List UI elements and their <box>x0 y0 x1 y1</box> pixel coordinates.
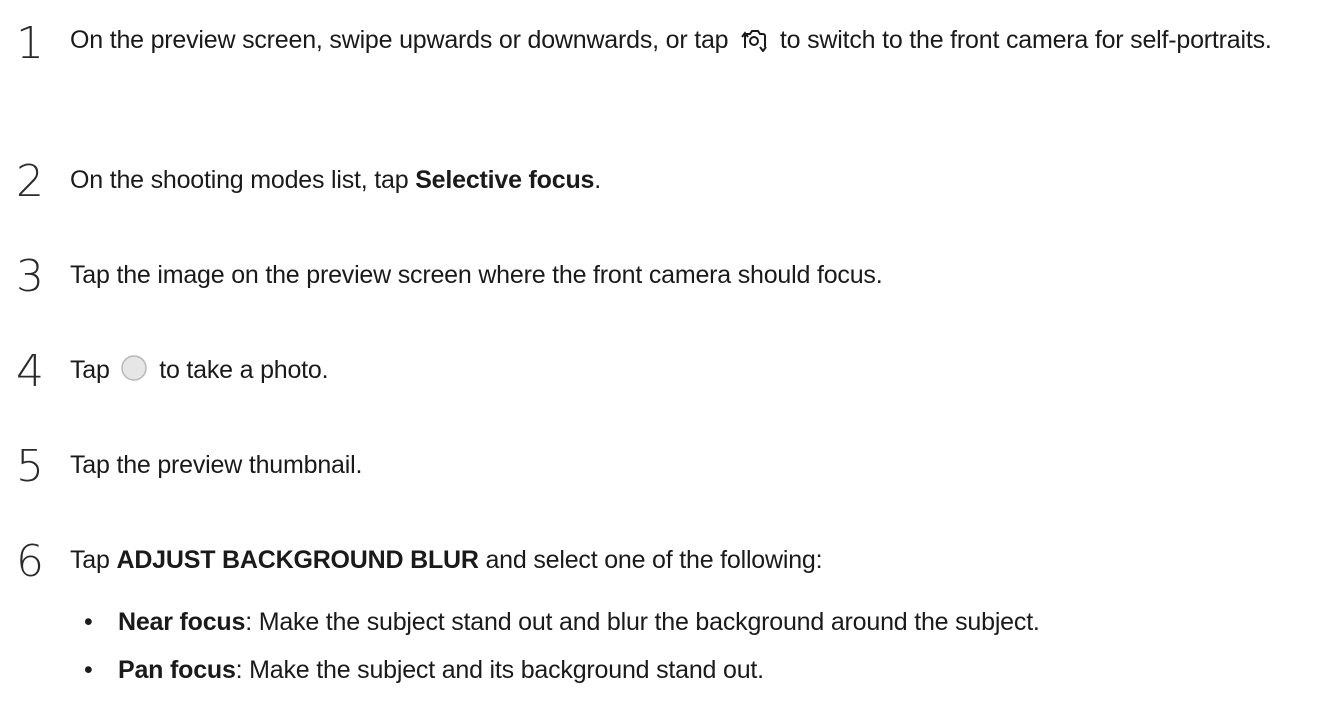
option-pan-focus: • Pan focus: Make the subject and its bac… <box>70 650 1328 690</box>
step-text-part: to take a photo. <box>159 356 329 384</box>
bullet: • <box>84 656 93 684</box>
step-number: 5 <box>16 441 44 492</box>
step-text: Tap the preview thumbnail. <box>70 451 363 479</box>
switch-camera-icon <box>739 24 769 64</box>
option-description: : Make the subject stand out and blur th… <box>245 608 1040 636</box>
step-number: 3 <box>16 251 44 302</box>
step-number: 2 <box>16 156 44 207</box>
option-label: Near focus <box>118 608 246 636</box>
step-text-part: . <box>594 166 601 194</box>
shutter-button-icon <box>120 354 148 394</box>
step-text: Tap to take a photo. <box>70 350 1320 394</box>
option-near-focus: • Near focus: Make the subject stand out … <box>70 602 1328 642</box>
step-keyword: ADJUST BACKGROUND BLUR <box>116 546 479 574</box>
step-text-part: On the shooting modes list, tap <box>70 166 416 194</box>
step-text-part: to switch to the front camera for self-p… <box>779 26 1272 54</box>
step-text-part: Tap <box>70 546 117 574</box>
option-label: Pan focus <box>118 656 236 684</box>
step-text-part: and select one of the following: <box>478 546 823 574</box>
step-number: 6 <box>16 536 44 587</box>
step-text: On the preview screen, swipe upwards or … <box>70 20 1320 64</box>
step-text: Tap the image on the preview screen wher… <box>70 261 883 289</box>
step-number: 4 <box>16 346 44 397</box>
step-text-part: On the preview screen, swipe upwards or … <box>70 26 729 54</box>
step-text: On the shooting modes list, tap Selectiv… <box>70 160 1320 200</box>
step-text: Tap ADJUST BACKGROUND BLUR and select on… <box>70 540 1320 580</box>
bullet: • <box>84 608 93 636</box>
step-keyword: Selective focus <box>415 166 595 194</box>
step-number: 1 <box>16 18 44 69</box>
option-description: : Make the subject and its background st… <box>235 656 764 684</box>
step-text-part: Tap <box>70 356 110 384</box>
